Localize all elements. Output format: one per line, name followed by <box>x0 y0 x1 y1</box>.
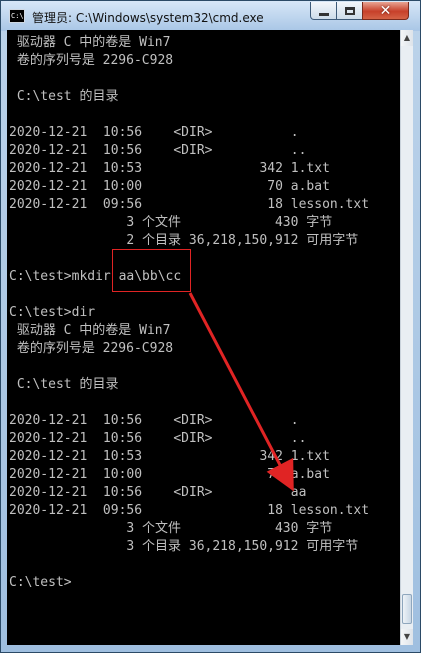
maximize-icon <box>344 6 355 15</box>
console-output[interactable]: 驱动器 C 中的卷是 Win7 卷的序列号是 2296-C928 C:\test… <box>7 30 400 645</box>
console-line: 2020-12-21 10:00 70 a.bat <box>9 467 330 482</box>
console-line: 3 个文件 430 字节 <box>9 215 333 230</box>
console-line: 2020-12-21 10:56 <DIR> . <box>9 125 299 140</box>
console-line: 驱动器 C 中的卷是 Win7 <box>9 35 171 50</box>
console-line: 3 个文件 430 字节 <box>9 521 333 536</box>
vertical-scrollbar[interactable]: ▲ ▼ <box>400 30 413 645</box>
console-line: C:\test 的目录 <box>9 89 119 104</box>
window-title: 管理员: C:\Windows\system32\cmd.exe <box>32 11 264 25</box>
console-line: 2 个目录 36,218,150,912 可用字节 <box>9 233 359 248</box>
console-line: 2020-12-21 09:56 18 lesson.txt <box>9 197 370 212</box>
console-line: 驱动器 C 中的卷是 Win7 <box>9 323 171 338</box>
close-button[interactable]: ✕ <box>362 2 409 20</box>
close-icon: ✕ <box>379 2 392 19</box>
console-line: C:\test> <box>9 575 72 590</box>
console-line: 2020-12-21 10:53 342 1.txt <box>9 449 330 464</box>
console-line: 2020-12-21 10:56 <DIR> .. <box>9 143 307 158</box>
console-line: 2020-12-21 10:56 <DIR> aa <box>9 485 307 500</box>
console-line: C:\test>dir <box>9 305 96 320</box>
minimize-button[interactable] <box>310 2 337 20</box>
console-line: 卷的序列号是 2296-C928 <box>9 53 174 68</box>
console-line: 2020-12-21 10:00 70 a.bat <box>9 179 330 194</box>
scroll-up-arrow-icon[interactable]: ▲ <box>401 30 413 46</box>
console-line: 3 个目录 36,218,150,912 可用字节 <box>9 539 359 554</box>
maximize-button[interactable] <box>336 2 363 20</box>
console-line: 2020-12-21 10:56 <DIR> . <box>9 413 299 428</box>
console-line: C:\test 的目录 <box>9 377 119 392</box>
console-line: 2020-12-21 09:56 18 lesson.txt <box>9 503 370 518</box>
minimize-icon <box>318 13 329 16</box>
console-line: 2020-12-21 10:53 342 1.txt <box>9 161 330 176</box>
scroll-thumb[interactable] <box>402 594 412 624</box>
console-line: 2020-12-21 10:56 <DIR> .. <box>9 431 307 446</box>
scroll-down-arrow-icon[interactable]: ▼ <box>401 629 413 645</box>
console-line: 卷的序列号是 2296-C928 <box>9 341 174 356</box>
highlight-box <box>112 249 191 292</box>
cmd-app-icon[interactable]: C:\ <box>9 9 25 23</box>
